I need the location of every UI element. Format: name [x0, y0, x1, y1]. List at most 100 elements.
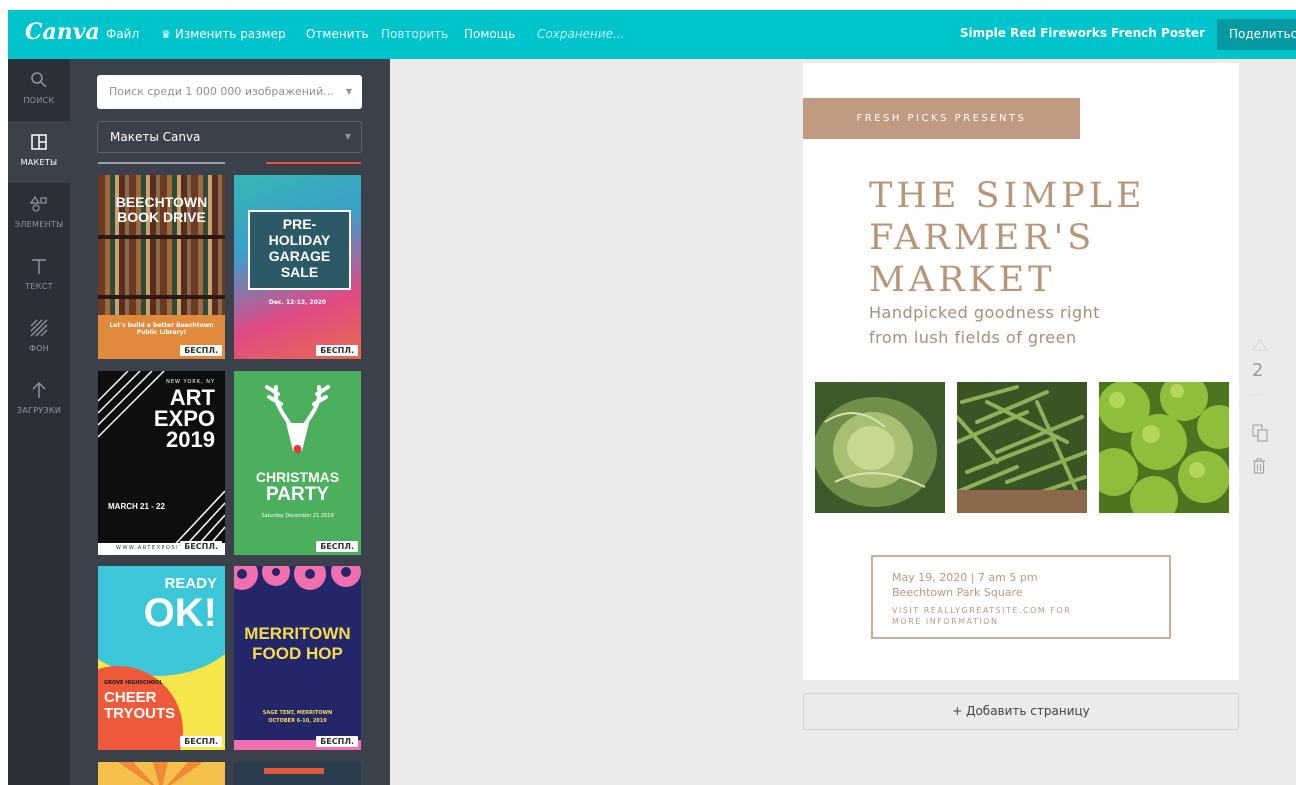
- copy-icon: [1252, 424, 1268, 442]
- sidebar-item-elements[interactable]: ЭЛЕМЕНТЫ: [8, 183, 70, 245]
- sidebar-item-search[interactable]: ПОИСК: [8, 59, 70, 121]
- template-title: BEECHTOWN BOOK DRIVE: [98, 195, 225, 225]
- template-title-line: OK!: [143, 591, 217, 635]
- shelf-divider: [98, 295, 225, 299]
- move-up-icon[interactable]: [1252, 336, 1268, 355]
- poster-subline[interactable]: Handpicked goodness right from lush fiel…: [869, 300, 1100, 350]
- template-subtitle: Dec. 12-13, 2020: [268, 299, 327, 306]
- template-thumbnail[interactable]: PRE- HOLIDAY GARAGE SALE Dec. 12-13, 2020 Б…: [234, 175, 361, 359]
- poster-headline[interactable]: THE SIMPLE FARMER'S MARKET: [869, 175, 1146, 301]
- template-thumbnail-partial[interactable]: [234, 762, 361, 785]
- sidebar-item-layouts[interactable]: МАКЕТЫ: [8, 121, 70, 183]
- green-apples-photo[interactable]: [1099, 382, 1229, 513]
- trash-icon: [1253, 458, 1265, 474]
- template-subtitle: CHEER TRYOUTS: [104, 690, 175, 722]
- templates-panel: Поиск среди 1 000 000 изображений... ▼ Ма…: [70, 59, 390, 785]
- template-title: CHRISTMAS PARTY: [234, 469, 361, 505]
- share-button[interactable]: Поделиться: [1217, 19, 1296, 50]
- template-title-line: PARTY: [266, 484, 329, 505]
- sidebar-item-label: ТЕКСТ: [25, 282, 53, 291]
- add-page-button[interactable]: + Добавить страницу: [803, 693, 1239, 730]
- sidebar-item-label: ФОН: [28, 344, 50, 353]
- template-school: GROVE HIGHSCHOOL: [104, 680, 163, 686]
- donut-pattern: [234, 566, 361, 590]
- free-badge: БЕСПЛ.: [316, 736, 358, 747]
- upload-icon: [32, 381, 46, 398]
- cabbage-image: [815, 382, 945, 513]
- chevron-down-icon: ▼: [345, 87, 352, 96]
- help-menu[interactable]: Помощь: [464, 27, 515, 41]
- free-badge: БЕСПЛ.: [316, 541, 358, 552]
- template-title-line: HOLIDAY: [268, 232, 331, 248]
- cabbage-photo[interactable]: [815, 382, 945, 513]
- shelf-divider: [98, 235, 225, 239]
- top-bar: Canva Файл ♛ Изменить размер Отменить Пов…: [8, 10, 1296, 59]
- website-line: VISIT REALLYGREATSITE.COM FOR: [892, 606, 1072, 615]
- template-title-line: EXPO: [153, 406, 215, 431]
- template-thumbnail[interactable]: READY OK! GROVE HIGHSCHOOL CHEER TRYOUTS Б…: [98, 566, 225, 750]
- subline-line: Handpicked goodness right: [869, 303, 1101, 322]
- template-thumbnail[interactable]: BEECHTOWN BOOK DRIVE Let's build a better…: [98, 175, 225, 359]
- search-icon: [31, 72, 47, 88]
- save-status: Сохранение...: [537, 27, 625, 41]
- sidebar-item-label: ПОИСК: [23, 96, 55, 105]
- template-title-line: FOOD HOP: [252, 644, 343, 663]
- template-title: MERRITOWN FOOD HOP: [234, 624, 361, 664]
- template-title-line: PRE-: [282, 216, 317, 232]
- template-thumbnail[interactable]: CHRISTMAS PARTY Saturday December 21 2019…: [234, 371, 361, 555]
- green-beans-photo[interactable]: [957, 382, 1087, 513]
- template-title-line: ART: [169, 385, 215, 410]
- template-title-line: GARAGE: [268, 248, 331, 264]
- event-details-box[interactable]: May 19, 2020 | 7 am 5 pm Beechtown Park …: [871, 555, 1171, 639]
- background-icon: [30, 319, 48, 337]
- sidebar-item-label: МАКЕТЫ: [20, 158, 58, 167]
- apples-image: [1099, 382, 1229, 513]
- template-title: ART EXPO 2019: [153, 385, 215, 452]
- crown-icon: ♛: [161, 28, 171, 41]
- chevron-up-icon: [1252, 339, 1268, 351]
- delete-page-icon[interactable]: [1252, 458, 1266, 478]
- redo-button[interactable]: Повторить: [381, 27, 448, 41]
- template-date: MARCH 21 - 22: [108, 502, 165, 511]
- free-badge: БЕСПЛ.: [180, 736, 222, 747]
- sidebar-item-text[interactable]: ТЕКСТ: [8, 245, 70, 307]
- canva-logo[interactable]: Canva: [25, 19, 100, 45]
- text-icon: [32, 259, 46, 274]
- template-thumbnail[interactable]: NEW YORK, NY ART EXPO 2019 MARCH 21 - 22 W…: [98, 371, 225, 555]
- document-title[interactable]: Simple Red Fireworks French Poster: [960, 26, 1205, 40]
- sunburst-pattern: [118, 762, 203, 785]
- template-venue: SAGE TENT, MERRITOWN: [262, 710, 333, 716]
- template-title-line: CHEER: [104, 689, 157, 706]
- poster-tagline[interactable]: FRESH PICKS PRESENTS: [803, 98, 1080, 139]
- page-number: 2: [1252, 360, 1264, 381]
- template-title-line: 2019: [166, 427, 215, 452]
- shapes-icon: [30, 195, 47, 212]
- chevron-down-icon: ▼: [344, 132, 351, 141]
- filter-value: Макеты Canva: [110, 130, 201, 144]
- design-page[interactable]: FRESH PICKS PRESENTS THE SIMPLE FARMER'S…: [803, 63, 1239, 680]
- resize-button[interactable]: ♛ Изменить размер: [161, 27, 286, 41]
- template-title-line: READY: [164, 575, 217, 592]
- sidebar-item-background[interactable]: ФОН: [8, 307, 70, 369]
- event-location: Beechtown Park Square: [892, 586, 1023, 599]
- undo-button[interactable]: Отменить: [306, 27, 369, 41]
- file-menu[interactable]: Файл: [106, 27, 139, 41]
- template-subtitle: Saturday December 21 2019: [261, 513, 334, 519]
- image-search-input[interactable]: Поиск среди 1 000 000 изображений... ▼: [97, 75, 362, 109]
- free-badge: БЕСПЛ.: [316, 345, 358, 356]
- subline-line: from lush fields of green: [869, 328, 1077, 347]
- template-subtitle: Let's build a better Beechtown Public Li…: [109, 322, 214, 336]
- template-thumbnail-partial: [98, 162, 225, 164]
- canva-editor: Canva Файл ♛ Изменить размер Отменить Пов…: [8, 10, 1296, 785]
- side-rail: ПОИСК МАКЕТЫ ЭЛЕМЕНТЫ ТЕКСТ ФОН ЗАГРУЗКИ: [8, 59, 70, 785]
- accent-bar: [264, 768, 324, 774]
- template-thumbnail-partial[interactable]: [98, 762, 225, 785]
- sidebar-item-uploads[interactable]: ЗАГРУЗКИ: [8, 369, 70, 431]
- sidebar-item-label: ЭЛЕМЕНТЫ: [14, 220, 64, 229]
- duplicate-page-icon[interactable]: [1252, 424, 1268, 446]
- template-title: READY OK!: [143, 575, 217, 635]
- event-date-time: May 19, 2020 | 7 am 5 pm: [892, 571, 1038, 584]
- move-down-icon[interactable]: [1252, 386, 1268, 405]
- template-thumbnail[interactable]: MERRITOWN FOOD HOP SAGE TENT, MERRITOWN O…: [234, 566, 361, 750]
- layout-filter-select[interactable]: Макеты Canva ▼: [97, 121, 362, 153]
